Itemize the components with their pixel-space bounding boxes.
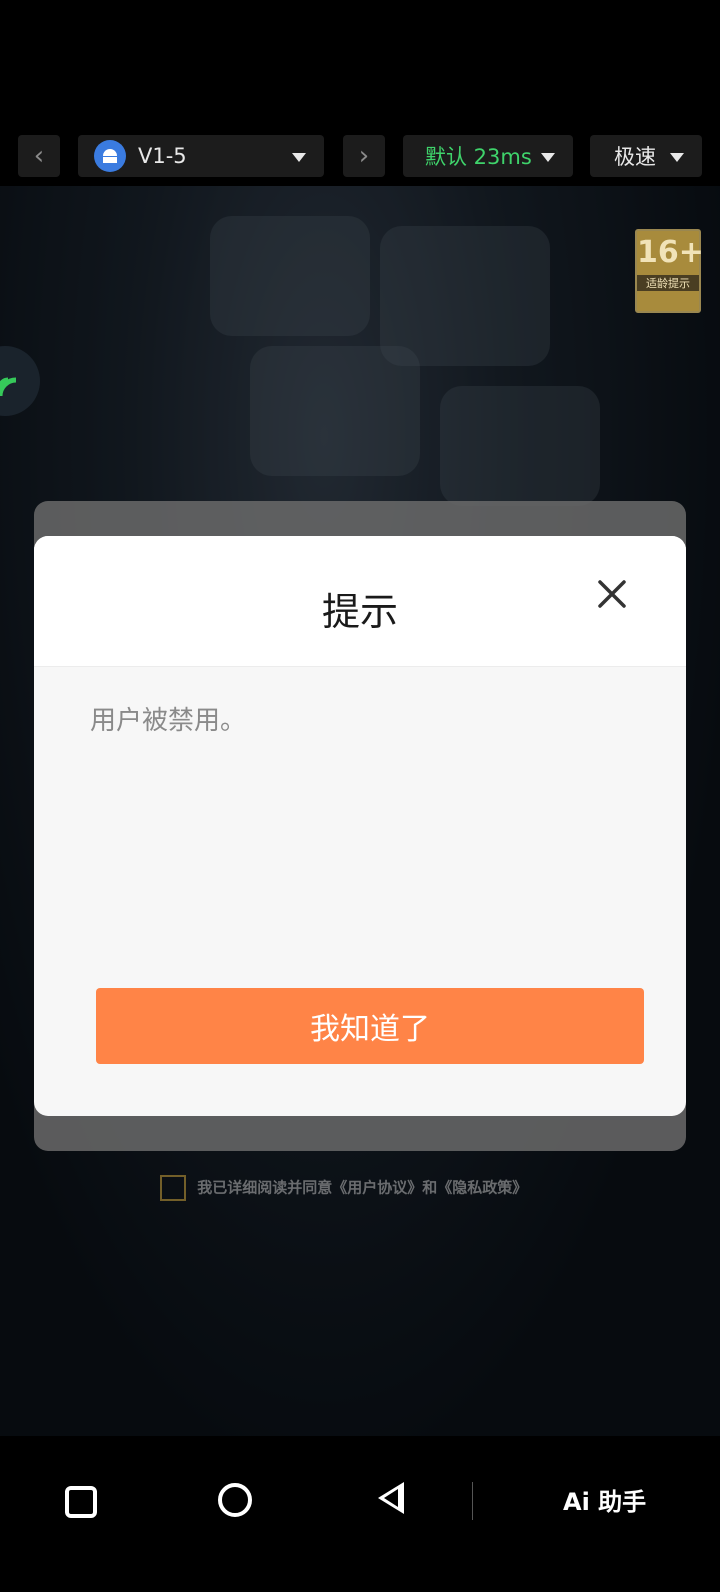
age-rating: 16+ (637, 235, 704, 270)
age-rating-badge: 16+ 适龄提示 (635, 229, 704, 313)
alert-dialog: 提示 用户被禁用。 我知道了 (34, 536, 686, 1116)
device-selector[interactable]: V1-5 (78, 135, 324, 177)
line-mode-label: 默认 23ms (425, 145, 532, 169)
back-nav-button[interactable] (378, 1482, 404, 1514)
dialog-header: 提示 (34, 536, 686, 667)
forward-button[interactable]: › (343, 135, 385, 177)
consent-row[interactable]: 我已详细阅读并同意《用户协议》和《隐私政策》 (160, 1175, 527, 1201)
home-button[interactable] (218, 1483, 252, 1517)
speed-mode-label: 极速 (614, 145, 656, 169)
device-name: V1-5 (138, 144, 187, 168)
caret-down-icon (670, 153, 684, 162)
dialog-message: 用户被禁用。 (90, 706, 247, 736)
nav-divider (472, 1482, 473, 1520)
chevron-left-icon: ‹ (33, 141, 45, 171)
back-button[interactable]: ‹ (18, 135, 60, 177)
close-button[interactable] (590, 574, 634, 618)
chevron-right-icon: › (358, 141, 370, 171)
ai-assistant-button[interactable]: Ai 助手 (563, 1482, 646, 1517)
caret-down-icon (292, 153, 306, 162)
confirm-button[interactable]: 我知道了 (96, 988, 644, 1064)
age-rating-label: 适龄提示 (637, 275, 699, 291)
wifi-icon (0, 346, 40, 416)
dialog-title: 提示 (321, 590, 398, 634)
close-icon (598, 580, 626, 608)
checkbox-icon[interactable] (160, 1175, 186, 1201)
line-selector[interactable]: 默认 23ms (403, 135, 573, 177)
consent-text: 我已详细阅读并同意《用户协议》和《隐私政策》 (197, 1178, 528, 1197)
android-icon (94, 140, 126, 172)
caret-down-icon (541, 153, 555, 162)
recents-button[interactable] (65, 1486, 97, 1518)
speed-selector[interactable]: 极速 (590, 135, 702, 177)
